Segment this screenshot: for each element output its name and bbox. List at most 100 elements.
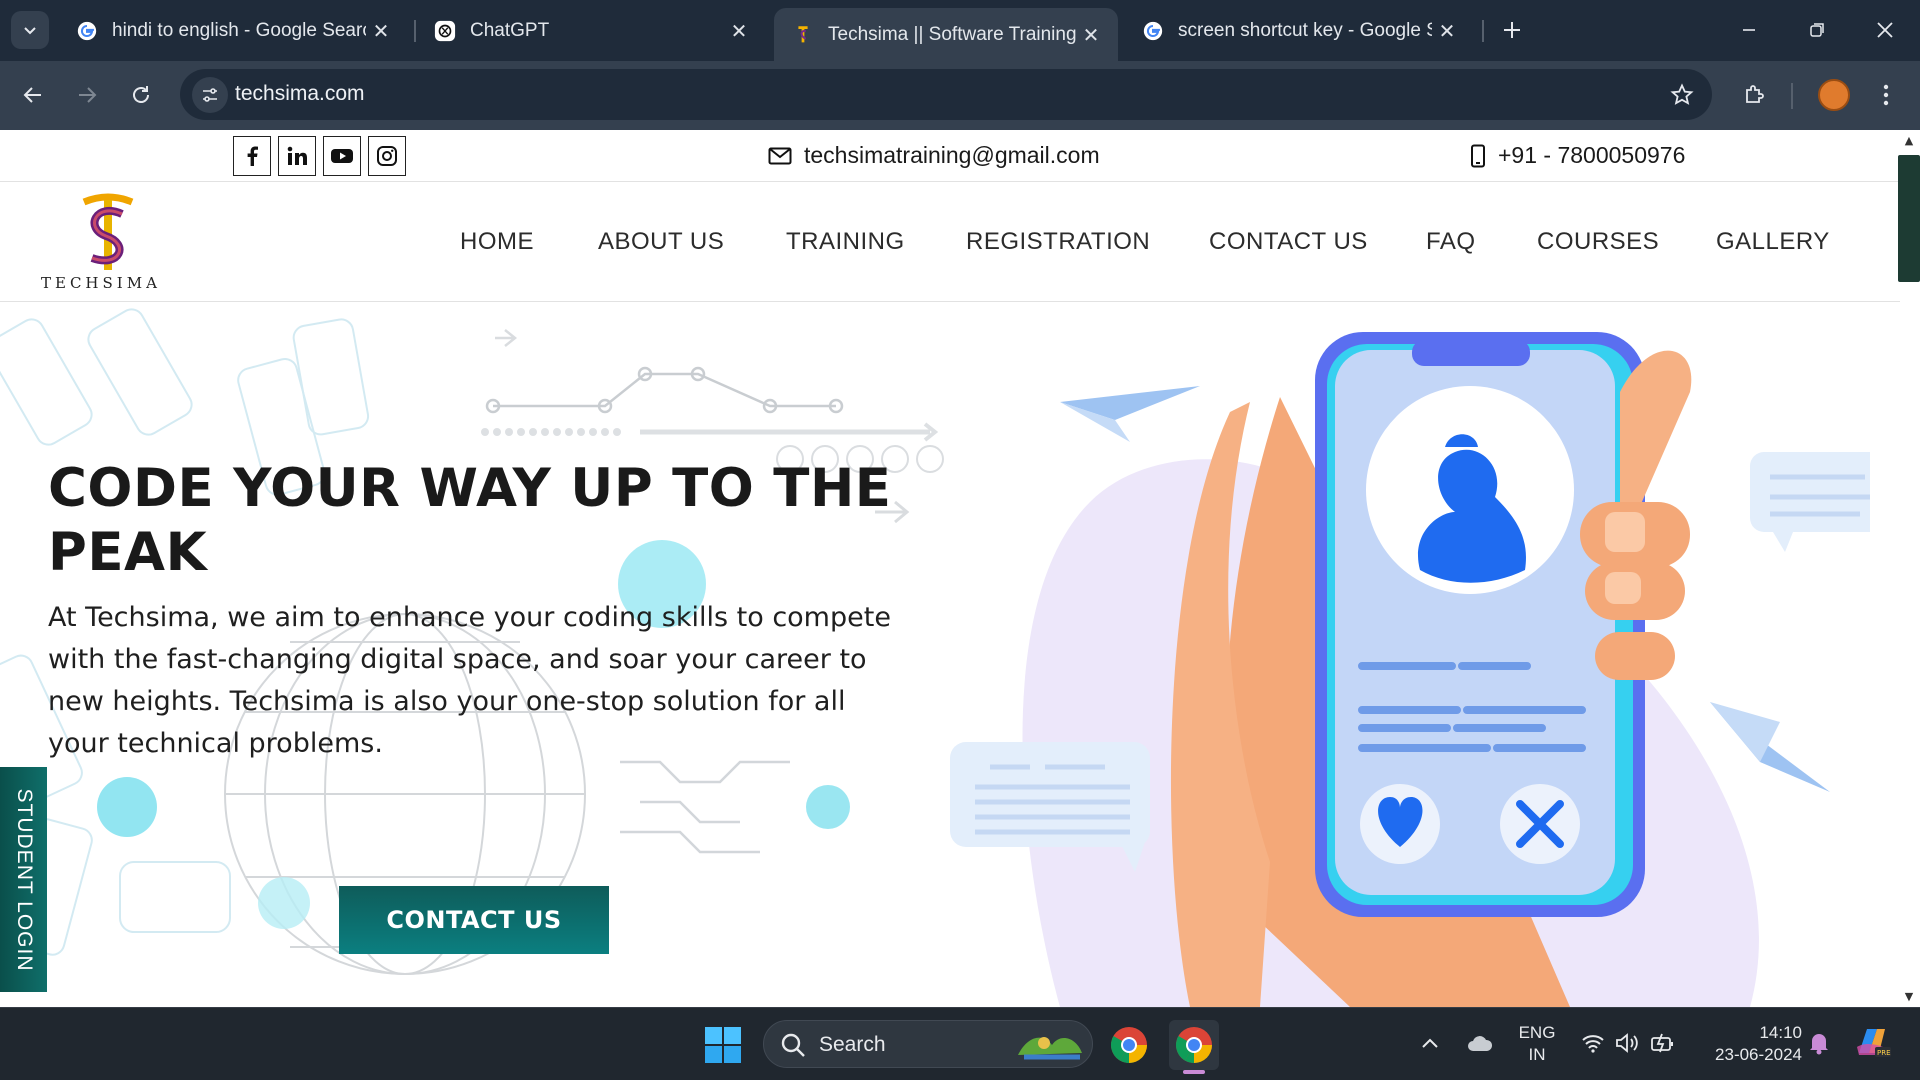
clock-time: 14:10 [1759,1023,1802,1042]
close-tab-icon[interactable]: ✕ [366,16,396,46]
active-app-indicator [1183,1070,1205,1074]
contact-topbar: techsimatraining@gmail.com +91 - 7800050… [0,130,1900,182]
minimize-button[interactable] [1724,8,1774,52]
screen: hindi to english - Google Search ✕ ChatG… [0,0,1920,1080]
extensions-button[interactable] [1734,75,1774,115]
new-tab-button[interactable] [1494,12,1530,48]
phone-text: +91 - 7800050976 [1498,142,1686,168]
more-vertical-icon [1883,84,1889,106]
language-code: ENG [1518,1023,1556,1042]
windows-start-icon[interactable] [704,1026,742,1064]
facebook-icon [247,146,258,166]
bookmark-button[interactable] [1664,77,1700,113]
nav-training[interactable]: TRAINING [786,228,905,256]
linkedin-link[interactable] [278,136,316,176]
star-icon [1670,83,1694,105]
chrome-icon [1175,1027,1212,1064]
system-clock[interactable]: 14:10 23-06-2024 [1692,1022,1802,1066]
profile-avatar[interactable] [1818,79,1850,111]
minimize-icon [1743,29,1755,31]
youtube-link[interactable] [323,136,361,176]
chrome-menu-button[interactable] [1866,75,1906,115]
reload-button[interactable] [121,75,161,115]
reload-icon [133,86,149,103]
nav-faq[interactable]: FAQ [1426,228,1476,256]
taskbar-chrome-app-active[interactable] [1169,1020,1219,1070]
instagram-link[interactable] [368,136,406,176]
close-window-button[interactable] [1860,8,1910,52]
hero-title: CODE YOUR WAY UP TO THE PEAK [48,458,892,583]
chevron-down-icon [24,27,36,35]
contact-us-button[interactable]: CONTACT US [339,886,609,954]
chrome-icon [1110,1027,1147,1064]
hero-description: At Techsima, we aim to enhance your codi… [48,602,891,759]
toolbar-divider [1791,83,1793,109]
cloud-icon [1468,1036,1493,1051]
chatgpt-icon [434,20,456,42]
nav-contact-us[interactable]: CONTACT US [1209,228,1368,256]
battery-charging-icon [1651,1033,1673,1053]
language-indicator[interactable]: ENG IN [1516,1022,1558,1066]
tab-title: hindi to english - Google Search [112,20,366,41]
google-icon [1143,21,1163,41]
battery-tray-button[interactable] [1648,1028,1678,1058]
onedrive-tray-button[interactable] [1464,1028,1496,1058]
copilot-pre-badge: PRE [1877,1049,1891,1057]
tab-divider [1482,20,1484,42]
nav-about-us[interactable]: ABOUT US [598,228,724,256]
nav-gallery[interactable]: GALLERY [1716,228,1830,256]
nav-home[interactable]: HOME [460,228,534,256]
close-tab-icon[interactable]: ✕ [1432,16,1462,46]
student-login-tab[interactable]: STUDENT LOGIN [0,767,47,992]
show-hidden-icons-button[interactable] [1418,1028,1442,1058]
speaker-icon [1616,1033,1638,1053]
browser-tab-strip: hindi to english - Google Search ✕ ChatG… [0,0,1920,61]
close-tab-icon[interactable]: ✕ [724,16,754,46]
notifications-button[interactable] [1804,1028,1834,1058]
facebook-link[interactable] [233,136,271,176]
tab-title: screen shortcut key - Google Search [1178,20,1432,41]
volume-tray-button[interactable] [1612,1028,1642,1058]
taskbar-search-box[interactable]: Search [763,1020,1093,1068]
arrow-left-icon [23,87,41,103]
wifi-tray-button[interactable] [1578,1028,1608,1058]
forward-button[interactable] [67,75,107,115]
site-info-button[interactable] [192,77,228,113]
address-bar[interactable]: techsima.com [180,69,1712,120]
linkedin-icon [287,146,307,165]
close-tab-icon[interactable]: ✕ [1076,20,1106,50]
tab-title: Techsima || Software Training Institute [828,23,1076,45]
copilot-icon: PRE [1857,1029,1891,1057]
hero-section: CODE YOUR WAY UP TO THE PEAK At Techsima… [0,302,1900,1007]
copilot-button[interactable]: PRE [1852,1024,1892,1060]
nav-registration[interactable]: REGISTRATION [966,228,1150,256]
plus-icon [1504,22,1520,38]
email-text: techsimatraining@gmail.com [804,142,1100,168]
web-page: techsimatraining@gmail.com +91 - 7800050… [0,130,1900,1007]
phone-contact[interactable]: +91 - 7800050976 [1470,142,1685,169]
tab-techsima[interactable]: Techsima || Software Training Institute … [774,8,1118,61]
search-highlight-icon [1018,1037,1082,1060]
tune-icon [203,88,217,102]
techsima-logo-icon[interactable] [76,192,140,276]
logo-text: TECHSIMA [41,274,161,292]
scrollbar-thumb[interactable] [1898,155,1920,282]
scroll-down-arrow[interactable]: ▼ [1902,990,1916,1004]
browser-toolbar: techsima.com [0,61,1920,130]
puzzle-icon [1746,85,1764,103]
tab-chatgpt[interactable]: ChatGPT ✕ [416,10,766,52]
techsima-icon [798,25,808,42]
tab-screen-shortcut[interactable]: screen shortcut key - Google Search ✕ [1124,10,1474,52]
restore-button[interactable] [1792,8,1842,52]
hero-illustration [950,332,1870,1007]
email-contact[interactable]: techsimatraining@gmail.com [768,142,1100,169]
scroll-up-arrow[interactable]: ▲ [1902,134,1916,148]
clock-date: 23-06-2024 [1715,1045,1802,1064]
tab-title: ChatGPT [470,20,550,41]
tab-hindi-to-english[interactable]: hindi to english - Google Search ✕ [58,10,408,52]
taskbar-chrome-app[interactable] [1104,1020,1154,1070]
nav-courses[interactable]: COURSES [1537,228,1659,256]
taskbar-search-label: Search [819,1033,886,1056]
back-button[interactable] [13,75,53,115]
tab-search-button[interactable] [11,11,49,49]
